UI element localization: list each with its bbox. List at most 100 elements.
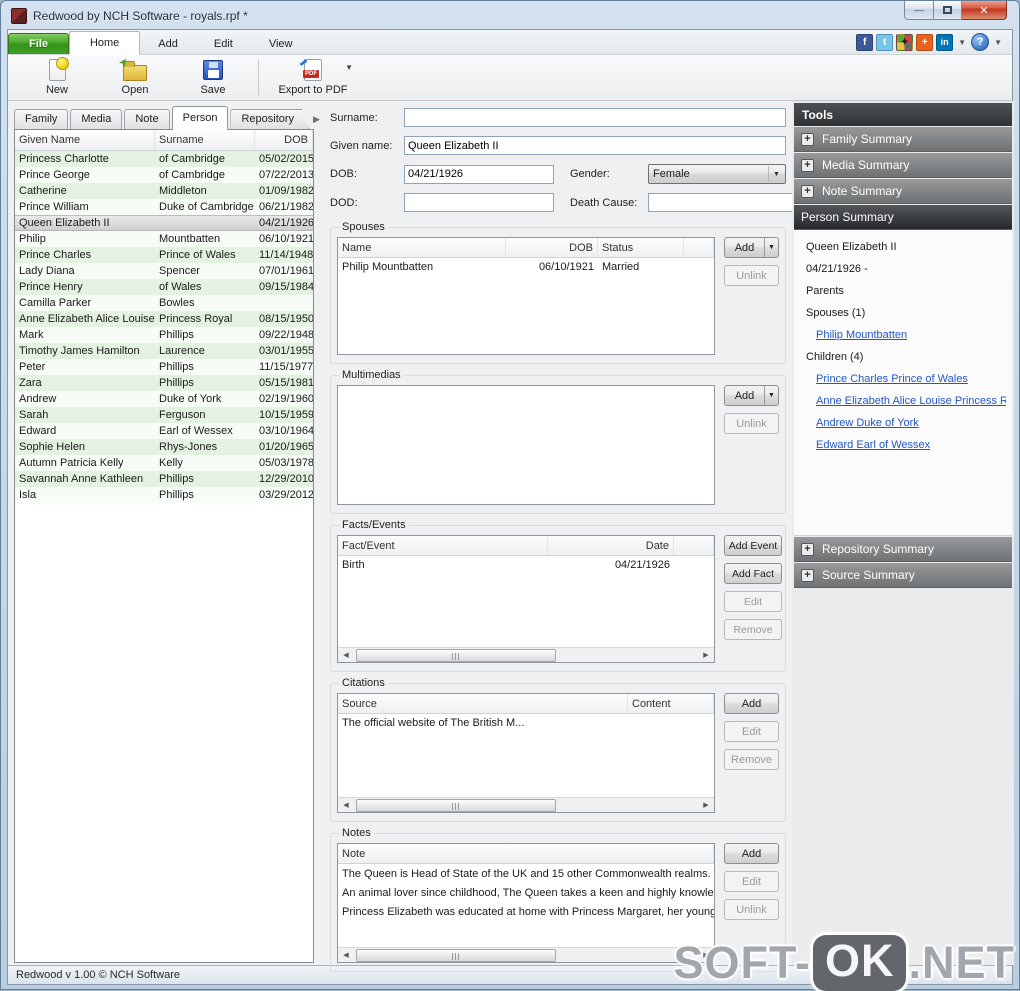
notes-add-button[interactable]: Add (724, 843, 779, 864)
table-row[interactable]: Isla Phillips 03/29/2012 (15, 487, 313, 503)
share-icon[interactable]: + (916, 34, 933, 51)
tab-view[interactable]: View (251, 34, 311, 54)
table-row[interactable]: Prince William Duke of Cambridge 06/21/1… (15, 199, 313, 215)
scroll-left-icon[interactable]: ◀ (338, 951, 354, 959)
table-row[interactable]: Princess Charlotte of Cambridge 05/02/20… (15, 151, 313, 167)
add-event-button[interactable]: Add Event (724, 535, 782, 556)
person-summary-item[interactable]: Andrew Duke of York (800, 414, 1006, 436)
tab-repository[interactable]: Repository (230, 109, 309, 129)
table-row[interactable]: Prince George of Cambridge 07/22/2013 (15, 167, 313, 183)
table-row[interactable]: Camilla Parker Bowles (15, 295, 313, 311)
column-name[interactable]: Name (338, 238, 506, 257)
facts-edit-button[interactable]: Edit (724, 591, 782, 612)
table-row[interactable]: Sophie Helen Rhys-Jones 01/20/1965 (15, 439, 313, 455)
column-dob[interactable]: DOB (255, 130, 313, 150)
help-button[interactable]: ? (971, 33, 989, 51)
section-person-summary[interactable]: Person Summary (794, 205, 1012, 230)
social-more-chevron-icon[interactable]: ▼ (956, 38, 968, 47)
spouses-add-button[interactable]: Add ▼ (724, 237, 779, 258)
tab-family[interactable]: Family (14, 109, 68, 129)
table-row[interactable]: Queen Elizabeth II 04/21/1926 (15, 215, 313, 231)
person-summary-item[interactable]: Philip Mountbatten (800, 326, 1006, 348)
citations-horizontal-scrollbar[interactable]: ◀ ▶ (338, 797, 714, 812)
column-date[interactable]: Date (548, 536, 674, 555)
section-family-summary[interactable]: + Family Summary (794, 127, 1012, 152)
table-row[interactable]: Philip Mountbatten 06/10/1921 (15, 231, 313, 247)
multimedias-list[interactable] (337, 385, 715, 505)
help-chevron-icon[interactable]: ▼ (992, 38, 1004, 47)
table-row[interactable]: Savannah Anne Kathleen Phillips 12/29/20… (15, 471, 313, 487)
scroll-right-icon[interactable]: ▶ (698, 801, 714, 809)
twitter-icon[interactable]: t (876, 34, 893, 51)
column-dob[interactable]: DOB (506, 238, 598, 257)
maximize-button[interactable] (934, 1, 962, 20)
section-repository-summary[interactable]: + Repository Summary (794, 537, 1012, 562)
citations-edit-button[interactable]: Edit (724, 721, 779, 742)
notes-horizontal-scrollbar[interactable]: ◀ ▶ (338, 947, 714, 962)
column-surname[interactable]: Surname (155, 130, 255, 150)
scroll-left-icon[interactable]: ◀ (338, 801, 354, 809)
given-name-input[interactable] (404, 136, 786, 155)
new-button[interactable]: New (18, 55, 96, 100)
table-row[interactable]: Andrew Duke of York 02/19/1960 (15, 391, 313, 407)
facebook-icon[interactable]: f (856, 34, 873, 51)
scroll-thumb[interactable] (356, 649, 556, 662)
gender-select[interactable]: Female ▼ (648, 164, 786, 184)
table-row[interactable]: Timothy James Hamilton Laurence 03/01/19… (15, 343, 313, 359)
table-row[interactable]: Prince Henry of Wales 09/15/1984 (15, 279, 313, 295)
citation-row[interactable]: The official website of The British M... (338, 714, 714, 732)
fact-row[interactable]: Birth 04/21/1926 (338, 556, 714, 574)
save-button[interactable]: Save (174, 55, 252, 100)
citations-remove-button[interactable]: Remove (724, 749, 779, 770)
column-note[interactable]: Note (338, 844, 714, 863)
table-row[interactable]: Zara Phillips 05/15/1981 (15, 375, 313, 391)
scroll-left-icon[interactable]: ◀ (338, 651, 354, 659)
section-note-summary[interactable]: + Note Summary (794, 179, 1012, 204)
surname-input[interactable] (404, 108, 786, 127)
citations-add-button[interactable]: Add (724, 693, 779, 714)
linkedin-icon[interactable]: in (936, 34, 953, 51)
column-source[interactable]: Source (338, 694, 628, 713)
photo-share-icon[interactable]: ✦ (896, 34, 913, 51)
tab-note[interactable]: Note (124, 109, 169, 129)
note-row[interactable]: Princess Elizabeth was educated at home … (338, 902, 714, 921)
scroll-thumb[interactable] (356, 799, 556, 812)
tab-edit[interactable]: Edit (196, 34, 251, 54)
add-fact-button[interactable]: Add Fact (724, 563, 782, 584)
table-row[interactable]: Prince Charles Prince of Wales 11/14/194… (15, 247, 313, 263)
note-row[interactable]: The Queen is Head of State of the UK and… (338, 864, 714, 883)
person-summary-item[interactable]: Edward Earl of Wessex (800, 436, 1006, 458)
dob-input[interactable] (404, 165, 554, 184)
column-status[interactable]: Status (598, 238, 684, 257)
export-dropdown-chevron-icon[interactable]: ▼ (345, 63, 353, 72)
table-row[interactable]: Anne Elizabeth Alice Louise Princess Roy… (15, 311, 313, 327)
add-dropdown-chevron-icon[interactable]: ▼ (764, 238, 778, 257)
facts-horizontal-scrollbar[interactable]: ◀ ▶ (338, 647, 714, 662)
table-row[interactable]: Edward Earl of Wessex 03/10/1964 (15, 423, 313, 439)
spouse-row[interactable]: Philip Mountbatten 06/10/1921 Married (338, 258, 714, 276)
table-row[interactable]: Lady Diana Spencer 07/01/1961 (15, 263, 313, 279)
tab-file[interactable]: File (8, 33, 69, 54)
tab-person[interactable]: Person (172, 106, 229, 130)
notes-unlink-button[interactable]: Unlink (724, 899, 779, 920)
multimedias-add-button[interactable]: Add ▼ (724, 385, 779, 406)
tab-home[interactable]: Home (69, 31, 140, 55)
add-dropdown-chevron-icon[interactable]: ▼ (764, 386, 778, 405)
tab-scroll-right-icon[interactable]: ▶ (311, 114, 320, 129)
table-row[interactable]: Mark Phillips 09/22/1948 (15, 327, 313, 343)
column-given-name[interactable]: Given Name (15, 130, 155, 150)
multimedias-unlink-button[interactable]: Unlink (724, 413, 779, 434)
notes-edit-button[interactable]: Edit (724, 871, 779, 892)
table-row[interactable]: Sarah Ferguson 10/15/1959 (15, 407, 313, 423)
column-content[interactable]: Content (628, 694, 714, 713)
scroll-thumb[interactable] (356, 949, 556, 962)
person-summary-item[interactable]: Anne Elizabeth Alice Louise Princess Roy… (800, 392, 1006, 414)
tab-media[interactable]: Media (70, 109, 122, 129)
table-row[interactable]: Peter Phillips 11/15/1977 (15, 359, 313, 375)
scroll-right-icon[interactable]: ▶ (698, 651, 714, 659)
open-button[interactable]: Open (96, 55, 174, 100)
note-row[interactable]: An animal lover since childhood, The Que… (338, 883, 714, 902)
table-row[interactable]: Autumn Patricia Kelly Kelly 05/03/1978 (15, 455, 313, 471)
death-cause-input[interactable] (648, 193, 798, 212)
export-to-pdf-button[interactable]: ➥ PDF Export to PDF ▼ (265, 55, 361, 100)
